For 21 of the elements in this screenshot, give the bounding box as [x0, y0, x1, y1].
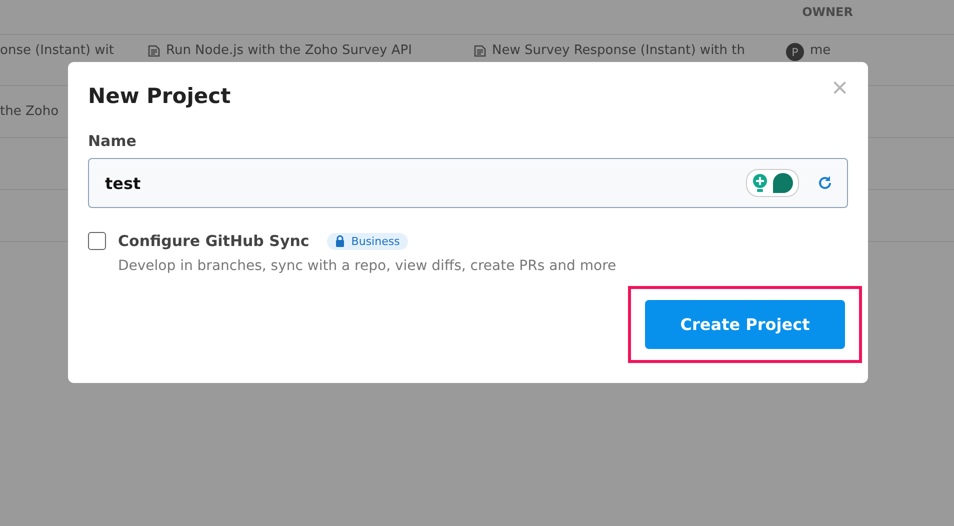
refresh-icon[interactable]: [817, 175, 833, 191]
dialog-title: New Project: [88, 84, 231, 108]
table-cell: Run Node.js with the Zoho Survey API: [166, 43, 412, 58]
table-cell: the Zoho: [0, 104, 59, 119]
checkbox[interactable]: [88, 232, 106, 250]
owner-name: me: [810, 43, 831, 58]
checkbox-label: Configure GitHub Sync: [118, 232, 310, 250]
table-cell: onse (Instant) wit: [0, 43, 114, 58]
description: Develop in branches, sync with a repo, view diffs, create PRs and more: [118, 258, 618, 274]
speech-bubble-icon: [772, 172, 794, 194]
table-cell: New Survey Response (Instant) with th: [492, 43, 745, 58]
owner-avatar: P: [786, 43, 804, 61]
document-icon: [474, 44, 486, 56]
name-input-box[interactable]: test: [88, 158, 848, 208]
lightbulb-icon: [751, 173, 769, 193]
plan-badge: Business: [327, 232, 408, 250]
name-field[interactable]: test: [103, 172, 746, 194]
document-icon: [148, 44, 160, 56]
column-header: OWNER: [802, 5, 853, 19]
field-label: Name: [88, 132, 138, 150]
lock-icon: [335, 235, 346, 247]
